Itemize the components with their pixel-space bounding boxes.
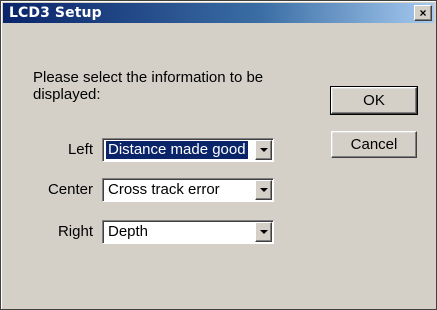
- right-dropdown-button[interactable]: [255, 222, 272, 242]
- center-dropdown-button[interactable]: [255, 180, 272, 200]
- right-label: Right: [57, 223, 93, 240]
- left-label: Left: [67, 141, 93, 158]
- chevron-down-icon: [260, 230, 268, 234]
- center-dropdown[interactable]: Cross track error: [102, 178, 274, 202]
- left-dropdown-value: Distance made good: [106, 141, 248, 159]
- left-dropdown[interactable]: Distance made good: [102, 138, 274, 162]
- ok-button[interactable]: OK: [330, 86, 418, 115]
- chevron-down-icon: [260, 188, 268, 192]
- close-icon[interactable]: ×: [414, 5, 432, 21]
- chevron-down-icon: [260, 148, 268, 152]
- center-dropdown-value: Cross track error: [108, 181, 220, 198]
- setup-dialog: LCD3 Setup × Please select the informati…: [0, 0, 437, 310]
- instruction-text: Please select the information to be disp…: [33, 69, 264, 103]
- title-bar[interactable]: LCD3 Setup ×: [3, 3, 434, 23]
- right-dropdown-value: Depth: [108, 223, 149, 240]
- left-dropdown-button[interactable]: [255, 140, 272, 160]
- right-dropdown[interactable]: Depth: [102, 220, 274, 244]
- cancel-button[interactable]: Cancel: [331, 131, 417, 158]
- center-label: Center: [47, 181, 93, 198]
- dialog-title: LCD3 Setup: [9, 5, 102, 21]
